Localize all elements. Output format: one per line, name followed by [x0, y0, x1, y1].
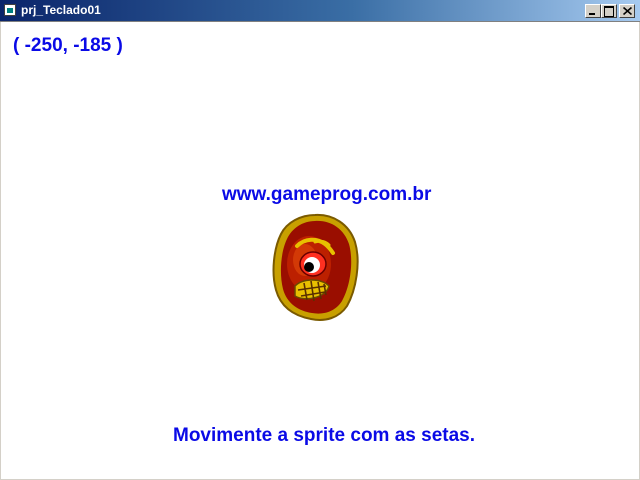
website-url-text: www.gameprog.com.br — [222, 184, 432, 205]
minimize-button[interactable] — [585, 4, 601, 18]
game-window: prj_Teclado01 ( -250, -185 ) www.gamepro… — [0, 0, 640, 480]
close-icon — [623, 7, 632, 15]
monster-face-icon[interactable] — [271, 212, 359, 322]
close-button[interactable] — [619, 4, 635, 18]
maximize-button[interactable] — [601, 4, 617, 18]
window-title: prj_Teclado01 — [21, 3, 101, 17]
app-window-icon[interactable] — [4, 4, 16, 16]
instructions-text: Movimente a sprite com as setas. — [173, 425, 476, 446]
sprite-pupil — [304, 262, 314, 272]
title-bar[interactable]: prj_Teclado01 — [0, 0, 640, 22]
coordinates-readout: ( -250, -185 ) — [13, 35, 123, 56]
